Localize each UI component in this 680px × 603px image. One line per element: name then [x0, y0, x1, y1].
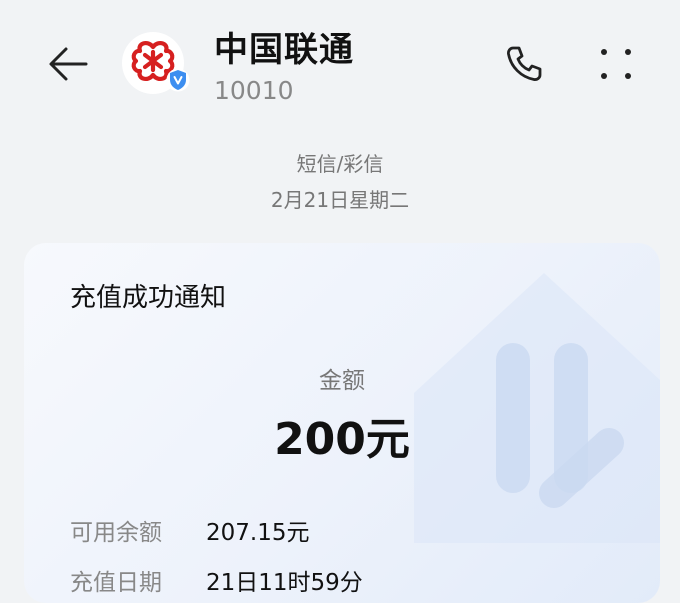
recharge-date-row: 充值日期 21日11时59分	[70, 563, 363, 597]
message-type-label: 短信/彩信	[296, 152, 384, 176]
amount-value: 200元	[274, 414, 410, 465]
balance-label: 可用余额	[70, 520, 162, 546]
amount-label: 金额	[319, 368, 365, 394]
message-date-label: 2月21日星期二	[270, 188, 410, 212]
balance-row: 可用余额 207.15元	[70, 513, 309, 547]
conversation-header: 中国联通 10010	[0, 0, 680, 130]
phone-icon	[507, 46, 542, 81]
card-title: 充值成功通知	[70, 283, 227, 313]
contact-number: 10010	[214, 76, 294, 105]
contact-name[interactable]: 中国联通	[214, 22, 354, 71]
balance-value: 207.15元	[206, 520, 310, 546]
back-button[interactable]	[40, 40, 96, 88]
more-options-button[interactable]	[590, 38, 642, 90]
recharge-date-label: 充值日期	[70, 570, 162, 596]
call-button[interactable]	[498, 38, 550, 90]
verified-badge-icon	[166, 68, 190, 92]
more-dots-icon	[601, 49, 631, 79]
recharge-notification-card[interactable]: 充值成功通知 金额 200元 可用余额 207.15元 充值日期 21日11时59分	[24, 243, 660, 603]
back-arrow-icon	[49, 47, 88, 81]
